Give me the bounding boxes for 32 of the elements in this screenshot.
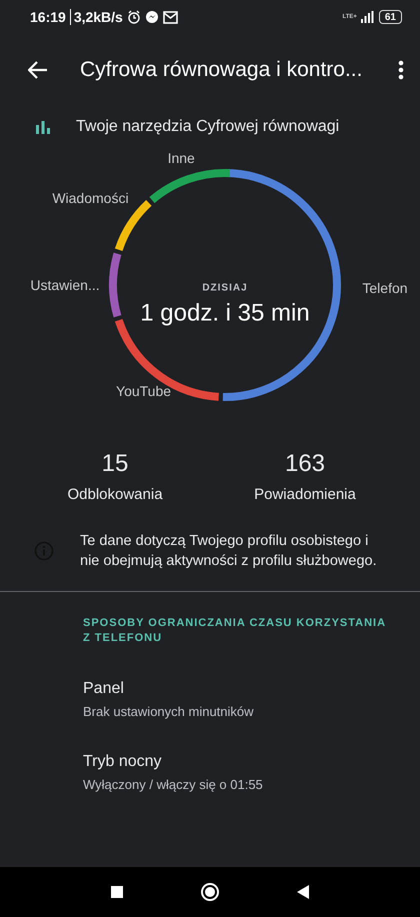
network-speed-text: 3,2kB/s: [70, 9, 123, 25]
alarm-icon: [126, 10, 141, 24]
stat-value: 163: [284, 450, 326, 478]
today-caption: DZISIAJ: [202, 282, 248, 294]
stat-label: Powiadomienia: [254, 486, 356, 503]
clock-text: 16:19: [30, 9, 66, 25]
more-options-icon: [398, 60, 404, 80]
app-label: Wiadomości: [52, 190, 129, 206]
signal-icon: [360, 11, 375, 23]
mail-icon: [162, 10, 178, 24]
triangle-icon: [297, 885, 309, 899]
app-label: Ustawien...: [30, 277, 100, 293]
setting-subtitle: Brak ustawionych minutników: [83, 704, 255, 719]
setting-subtitle: Wyłączony / włączy się o 01:55: [83, 777, 264, 792]
page-title: Cyfrowa równowaga i kontro...: [80, 58, 364, 82]
messenger-icon: [144, 10, 159, 24]
setting-title[interactable]: Tryb nocny: [83, 753, 396, 771]
tools-link[interactable]: Twoje narzędzia Cyfrowej równowagi: [76, 118, 340, 136]
section-heading: SPOSOBY OGRANICZANIA CZASU KORZYSTANIA Z TELEFONU: [83, 616, 387, 646]
bar-chart-icon: [36, 120, 50, 134]
info-text: Te dane dotyczą Twojego profilu osobistego i nie obejmują aktywności z profilu służbowego.: [80, 532, 378, 571]
total-time-text: 1 godz. i 35 min: [140, 300, 310, 328]
app-label: YouTube: [116, 383, 172, 400]
app-label: Telefon: [362, 280, 408, 296]
stat-value: 15: [102, 450, 128, 478]
square-icon: [111, 886, 123, 898]
setting-title[interactable]: Panel: [83, 680, 396, 698]
battery-icon: 61: [378, 10, 402, 24]
stat-label: Odblokowania: [67, 486, 163, 503]
app-label: Inne: [168, 150, 195, 166]
back-arrow-icon: [28, 61, 48, 79]
circle-icon: [200, 882, 220, 902]
